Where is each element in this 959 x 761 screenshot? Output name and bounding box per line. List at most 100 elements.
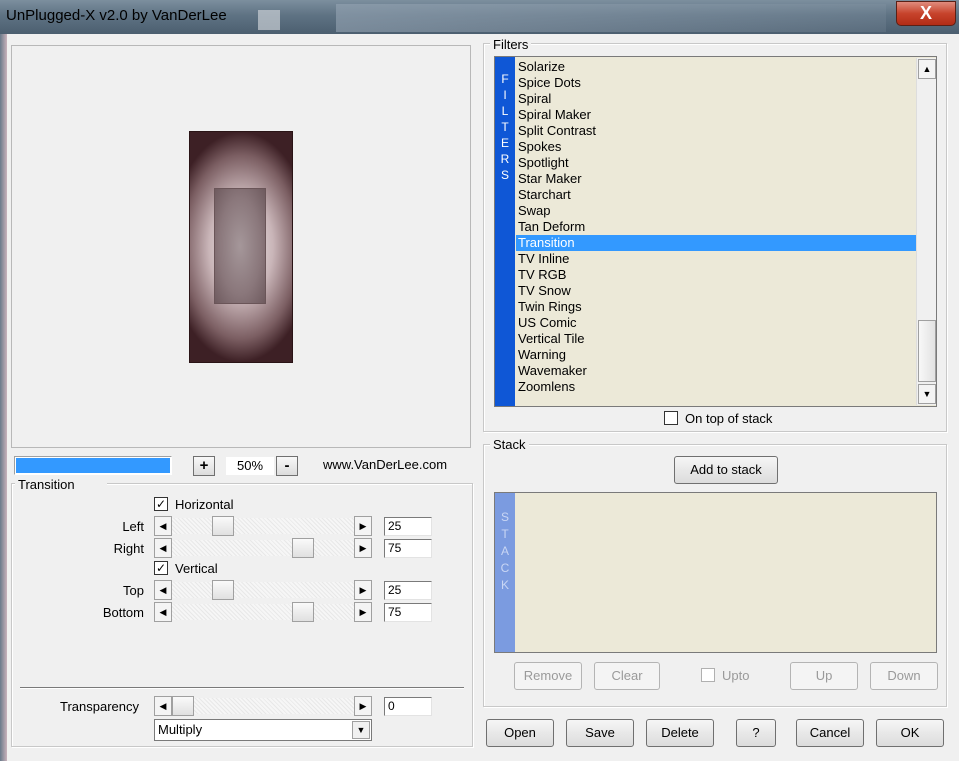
filter-item[interactable]: Spice Dots	[516, 75, 916, 91]
cancel-button[interactable]: Cancel	[796, 719, 864, 747]
right-arrow-icon[interactable]: ▶	[354, 580, 372, 600]
add-to-stack-button[interactable]: Add to stack	[674, 456, 778, 484]
help-button[interactable]: ?	[736, 719, 776, 747]
blend-mode-value: Multiply	[158, 722, 203, 737]
right-value[interactable]: 75	[384, 539, 432, 558]
left-slider[interactable]: ◀ ▶	[154, 516, 372, 536]
left-label: Left	[122, 519, 144, 534]
bottom-slider[interactable]: ◀ ▶	[154, 602, 372, 622]
filter-item[interactable]: Tan Deform	[516, 219, 916, 235]
preview-image	[189, 131, 293, 363]
vertical-checkbox[interactable]: ✓	[154, 561, 168, 575]
right-slider[interactable]: ◀ ▶	[154, 538, 372, 558]
filters-scrollbar[interactable]: ▲ ▼	[916, 58, 936, 405]
top-value[interactable]: 25	[384, 581, 432, 600]
scroll-down-icon[interactable]: ▼	[918, 384, 936, 404]
filter-item[interactable]: Spokes	[516, 139, 916, 155]
left-value[interactable]: 25	[384, 517, 432, 536]
window-edge	[0, 34, 7, 761]
horizontal-checkbox[interactable]: ✓	[154, 497, 168, 511]
slider-track[interactable]	[172, 698, 354, 714]
filter-item[interactable]: Swap	[516, 203, 916, 219]
stack-list[interactable]: STACK	[494, 492, 937, 653]
close-button[interactable]: X	[896, 1, 956, 26]
slider-thumb[interactable]	[292, 602, 314, 622]
slider-track[interactable]	[172, 518, 354, 534]
right-arrow-icon[interactable]: ▶	[354, 516, 372, 536]
transparency-slider[interactable]: ◀ ▶	[154, 696, 372, 716]
scroll-thumb[interactable]	[918, 320, 936, 382]
bottom-value[interactable]: 75	[384, 603, 432, 622]
strip-letter: F	[501, 72, 509, 86]
separator	[20, 687, 464, 689]
remove-button[interactable]: Remove	[514, 662, 582, 690]
blend-mode-select[interactable]: Multiply ▼	[154, 719, 372, 741]
left-arrow-icon[interactable]: ◀	[154, 538, 172, 558]
slider-thumb[interactable]	[212, 580, 234, 600]
filter-item[interactable]: Starchart	[516, 187, 916, 203]
filter-item[interactable]: TV RGB	[516, 267, 916, 283]
filter-item-selected[interactable]: Transition	[516, 235, 916, 251]
slider-thumb[interactable]	[292, 538, 314, 558]
slider-track[interactable]	[172, 604, 354, 620]
slider-track[interactable]	[172, 582, 354, 598]
zoom-level: 50%	[226, 457, 274, 475]
scroll-up-icon[interactable]: ▲	[918, 59, 936, 79]
strip-letter: T	[501, 527, 509, 541]
chevron-down-icon[interactable]: ▼	[352, 721, 370, 739]
stack-group-label: Stack	[490, 438, 529, 452]
save-button[interactable]: Save	[566, 719, 634, 747]
filter-item[interactable]: TV Inline	[516, 251, 916, 267]
preview-panel[interactable]	[11, 45, 471, 448]
ok-button[interactable]: OK	[876, 719, 944, 747]
top-slider[interactable]: ◀ ▶	[154, 580, 372, 600]
down-button[interactable]: Down	[870, 662, 938, 690]
slider-thumb[interactable]	[172, 696, 194, 716]
title-bar: UnPlugged-X v2.0 by VanDerLee X	[0, 0, 959, 34]
right-arrow-icon[interactable]: ▶	[354, 538, 372, 558]
right-arrow-icon[interactable]: ▶	[354, 602, 372, 622]
bottom-label: Bottom	[102, 605, 144, 620]
upto-checkbox[interactable]	[701, 668, 715, 682]
website-link[interactable]: www.VanDerLee.com	[323, 457, 447, 472]
filter-item[interactable]: TV Snow	[516, 283, 916, 299]
right-label: Right	[113, 541, 144, 556]
clear-button[interactable]: Clear	[594, 662, 660, 690]
filter-item[interactable]: Split Contrast	[516, 123, 916, 139]
filter-item[interactable]: Zoomlens	[516, 379, 916, 395]
slider-track[interactable]	[172, 540, 354, 556]
filter-item[interactable]: Spiral	[516, 91, 916, 107]
up-button[interactable]: Up	[790, 662, 858, 690]
filter-item[interactable]: Spiral Maker	[516, 107, 916, 123]
background-blur	[258, 10, 280, 30]
plus-icon: +	[199, 457, 209, 474]
slider-thumb[interactable]	[212, 516, 234, 536]
left-arrow-icon[interactable]: ◀	[154, 696, 172, 716]
filter-item[interactable]: Warning	[516, 347, 916, 363]
delete-button[interactable]: Delete	[646, 719, 714, 747]
left-arrow-icon[interactable]: ◀	[154, 580, 172, 600]
left-arrow-icon[interactable]: ◀	[154, 602, 172, 622]
minus-icon: -	[284, 457, 290, 474]
filter-item[interactable]: Solarize	[516, 59, 916, 75]
zoom-out-button[interactable]: -	[276, 456, 298, 476]
background-blur	[336, 4, 886, 32]
filter-item[interactable]: Star Maker	[516, 171, 916, 187]
close-icon: X	[919, 3, 932, 23]
upto-label: Upto	[722, 668, 750, 683]
on-top-label: On top of stack	[685, 411, 773, 426]
filter-item[interactable]: Vertical Tile	[516, 331, 916, 347]
right-arrow-icon[interactable]: ▶	[354, 696, 372, 716]
transparency-value[interactable]: 0	[384, 697, 432, 716]
filter-item[interactable]: Spotlight	[516, 155, 916, 171]
on-top-checkbox[interactable]	[664, 411, 678, 425]
zoom-in-button[interactable]: +	[193, 456, 215, 476]
check-icon: ✓	[155, 497, 167, 511]
strip-letter: S	[500, 510, 509, 524]
filter-item[interactable]: Twin Rings	[516, 299, 916, 315]
open-button[interactable]: Open	[486, 719, 554, 747]
filters-list[interactable]: FILTERS Solarize Spice Dots Spiral Spiral M…	[494, 56, 937, 407]
filter-item[interactable]: Wavemaker	[516, 363, 916, 379]
left-arrow-icon[interactable]: ◀	[154, 516, 172, 536]
filter-item[interactable]: US Comic	[516, 315, 916, 331]
